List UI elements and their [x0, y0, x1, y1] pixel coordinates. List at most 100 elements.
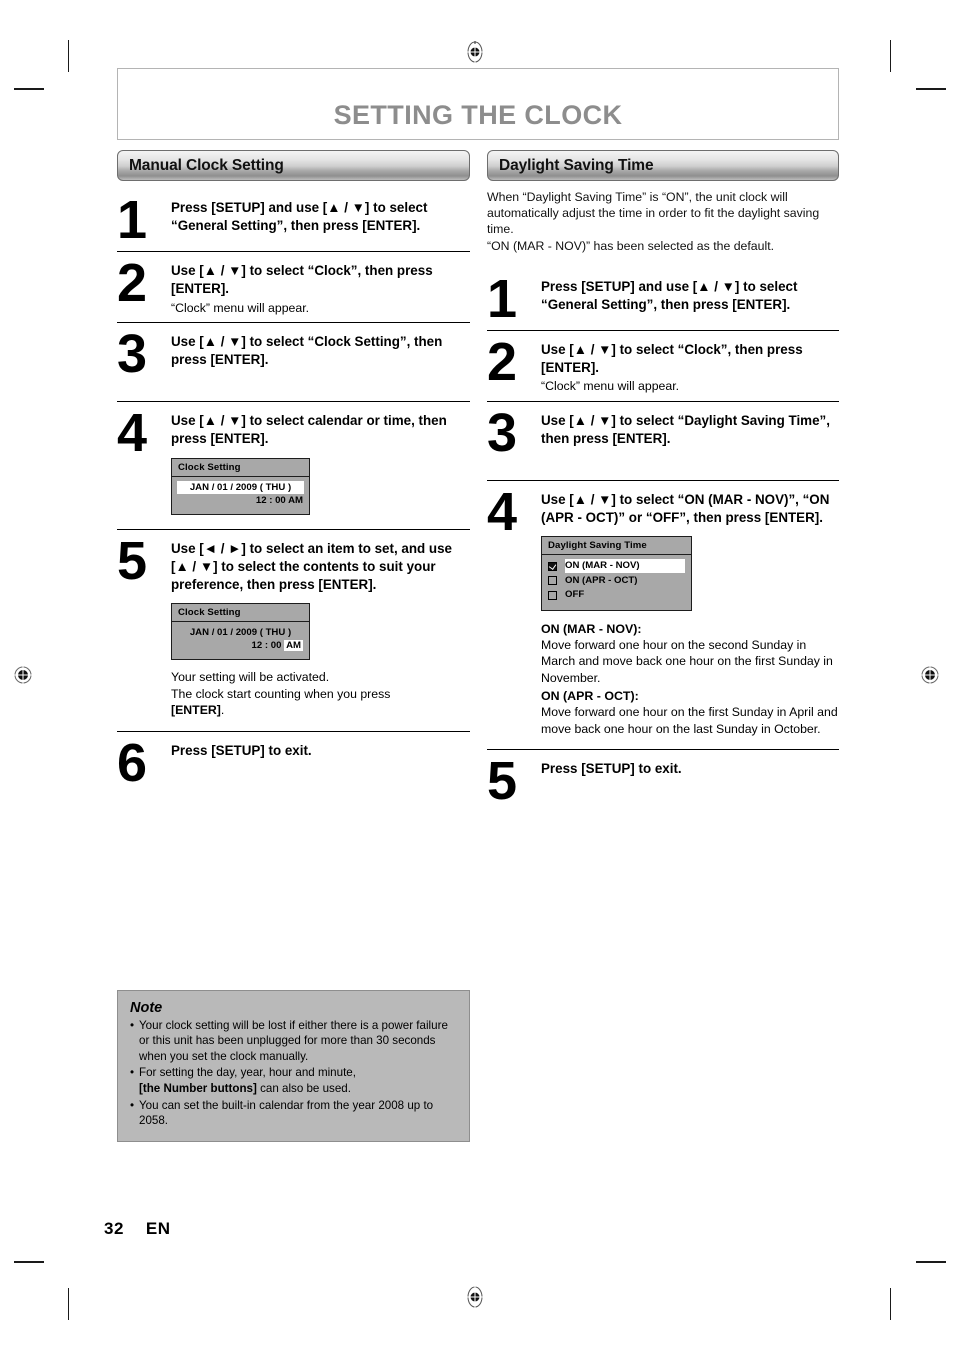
step-body: Press [SETUP] to exit.: [171, 736, 470, 760]
osd-dialog-body: JAN / 01 / 2009 ( THU ) 12 : 00 AM: [172, 622, 309, 659]
step-body: Use [▲ / ▼] to select “ON (MAR - NOV)”, …: [541, 485, 839, 737]
section-header-manual-clock-setting: Manual Clock Setting: [117, 150, 470, 181]
crop-mark-bottom-right-vertical: [890, 1288, 891, 1320]
crop-mark-top-left-vertical: [68, 40, 69, 72]
step-body: Use [◄ / ►] to select an item to set, an…: [171, 534, 470, 719]
osd-dialog-title: Daylight Saving Time: [542, 537, 691, 556]
osd-time-row: 12 : 00 AM: [178, 639, 303, 652]
step-body: Press [SETUP] to exit.: [541, 754, 839, 778]
step-number: 1: [117, 190, 147, 250]
step-extra-bold: [ENTER]: [171, 703, 221, 718]
bullet-icon: •: [130, 1018, 135, 1032]
osd-time-prefix: 12 : 00: [251, 640, 285, 652]
step-instruction: Use [▲ / ▼] to select “Clock”, then pres…: [541, 341, 803, 376]
note-box: Note • Your clock setting will be lost i…: [117, 989, 470, 1142]
step-subtext: “Clock” menu will appear.: [541, 379, 680, 394]
daylight-saving-intro: When “Daylight Saving Time” is “ON”, the…: [487, 190, 820, 253]
step-item: 3 Use [▲ / ▼] to select “Daylight Saving…: [487, 400, 839, 480]
bullet-icon: •: [130, 1066, 135, 1080]
note-item-text: Your clock setting will be lost if eithe…: [139, 1018, 448, 1063]
step-item: 4 Use [▲ / ▼] to select “ON (MAR - NOV)”…: [487, 479, 839, 749]
note-item-text-part2: can also be used.: [256, 1082, 351, 1096]
dst-explanation-heading: ON (APR - OCT):: [541, 689, 639, 704]
step-number: 4: [117, 403, 147, 463]
step-body: Use [▲ / ▼] to select calendar or time, …: [171, 406, 470, 515]
step-instruction: Use [▲ / ▼] to select “Clock Setting”, t…: [171, 334, 443, 368]
step-item: 1 Press [SETUP] and use [▲ / ▼] to selec…: [117, 189, 470, 251]
osd-option-row[interactable]: ON (APR - OCT): [548, 574, 685, 588]
osd-option-row[interactable]: ON (MAR - NOV): [548, 559, 685, 573]
crop-mark-bottom-left-horizontal: [14, 1261, 44, 1263]
step-item: 3 Use [▲ / ▼] to select “Clock Setting”,…: [117, 322, 470, 401]
step-body: Use [▲ / ▼] to select “Clock”, then pres…: [171, 256, 470, 316]
crop-mark-bottom-left-vertical: [68, 1288, 69, 1320]
step-instruction: Use [▲ / ▼] to select calendar or time, …: [171, 413, 447, 447]
osd-option-label: ON (APR - OCT): [565, 574, 638, 586]
note-title: Note: [130, 999, 163, 1016]
checkbox-unchecked-icon[interactable]: [548, 590, 557, 600]
step-extra-line-3: [ENTER].: [171, 702, 470, 718]
note-list-item: • Your clock setting will be lost if eit…: [130, 1018, 457, 1065]
registration-mark-bottom: [466, 1286, 484, 1308]
osd-date-value: JAN / 01 / 2009 ( THU ): [189, 627, 292, 639]
osd-date-value: JAN / 01 / 2009 ( THU ): [177, 480, 304, 494]
step-number: 6: [117, 732, 147, 793]
step-item: 2 Use [▲ / ▼] to select “Clock”, then pr…: [117, 251, 470, 322]
osd-dialog-clock-setting-step5: Clock Setting JAN / 01 / 2009 ( THU ) 12…: [171, 603, 310, 661]
step-item: 5 Use [◄ / ►] to select an item to set, …: [117, 528, 470, 731]
osd-dialog-body: JAN / 01 / 2009 ( THU ) 12 : 00 AM: [172, 477, 309, 514]
step-instruction: Press [SETUP] and use [▲ / ▼] to select …: [171, 200, 428, 234]
section-title-label: Daylight Saving Time: [499, 156, 654, 174]
step-subtext: “Clock” menu will appear.: [171, 300, 310, 315]
registration-mark-top: [466, 41, 484, 63]
crop-mark-left-horizontal: [14, 88, 44, 90]
note-item-text: For setting the day, year, hour and minu…: [139, 1065, 457, 1096]
step-extra-line-2: The clock start counting when you press: [171, 686, 470, 702]
section-header-daylight-saving-time: Daylight Saving Time: [487, 150, 839, 181]
dst-explanation-heading: ON (MAR - NOV):: [541, 621, 642, 636]
step-instruction: Use [▲ / ▼] to select “Clock”, then pres…: [171, 263, 433, 297]
osd-time-row: 12 : 00 AM: [178, 494, 303, 507]
step-instruction: Press [SETUP] to exit.: [171, 742, 312, 758]
page-number: 32: [104, 1219, 124, 1238]
step-number: 3: [117, 324, 147, 384]
bullet-icon: •: [130, 1098, 135, 1112]
step-number: 5: [487, 750, 517, 811]
two-column-layout: Manual Clock Setting 1 Press [SETUP] and…: [117, 150, 839, 1142]
checkbox-unchecked-icon[interactable]: [548, 576, 557, 586]
step-number: 3: [487, 402, 517, 463]
crop-mark-right-horizontal: [916, 88, 946, 90]
step-body: Use [▲ / ▼] to select “Clock Setting”, t…: [171, 327, 470, 370]
page-footer: 32 EN: [104, 1219, 171, 1239]
osd-dialog-body: ON (MAR - NOV) ON (APR - OCT) OFF: [542, 555, 691, 610]
osd-option-row[interactable]: OFF: [548, 588, 685, 602]
checkbox-checked-icon[interactable]: [548, 561, 557, 571]
section-title-label: Manual Clock Setting: [129, 156, 284, 174]
osd-time-value: 12 : 00 AM: [255, 494, 303, 506]
step-number: 2: [117, 253, 147, 313]
step-instruction: Press [SETUP] and use [▲ / ▼] to select …: [541, 278, 798, 313]
crop-mark-bottom-right-horizontal: [916, 1261, 946, 1263]
right-column: Daylight Saving Time When “Daylight Savi…: [487, 150, 839, 1142]
osd-date-row: JAN / 01 / 2009 ( THU ): [178, 626, 303, 639]
step-extra-line-1: Your setting will be activated.: [171, 670, 330, 685]
left-column: Manual Clock Setting 1 Press [SETUP] and…: [117, 150, 470, 1142]
step-extra-period: .: [220, 703, 225, 718]
osd-dialog-daylight-saving-time: Daylight Saving Time ON (MAR - NOV) ON (…: [541, 536, 692, 611]
column-spacer: [117, 818, 470, 968]
step-extra-line-2-text: The clock start counting when you press: [171, 686, 391, 701]
note-item-text-bold: [the Number buttons]: [139, 1082, 257, 1096]
step-item: 6 Press [SETUP] to exit.: [117, 730, 470, 818]
osd-time-highlight: AM: [284, 640, 303, 652]
osd-option-label: OFF: [565, 589, 585, 601]
step-body: Press [SETUP] and use [▲ / ▼] to select …: [171, 193, 470, 236]
osd-option-label: ON (MAR - NOV): [565, 559, 685, 573]
step-item: 1 Press [SETUP] and use [▲ / ▼] to selec…: [487, 268, 839, 330]
note-item-text-part1: For setting the day, year, hour and minu…: [139, 1066, 356, 1080]
dst-explanation-body: Move forward one hour on the first Sunda…: [541, 705, 838, 736]
step-instruction: Use [▲ / ▼] to select “ON (MAR - NOV)”, …: [541, 491, 830, 526]
step-instruction: Use [▲ / ▼] to select “Daylight Saving T…: [541, 412, 830, 447]
step-body: Press [SETUP] and use [▲ / ▼] to select …: [541, 272, 839, 315]
osd-dialog-clock-setting-step4: Clock Setting JAN / 01 / 2009 ( THU ) 12…: [171, 457, 310, 515]
dst-explanation-body: Move forward one hour on the second Sund…: [541, 637, 833, 685]
